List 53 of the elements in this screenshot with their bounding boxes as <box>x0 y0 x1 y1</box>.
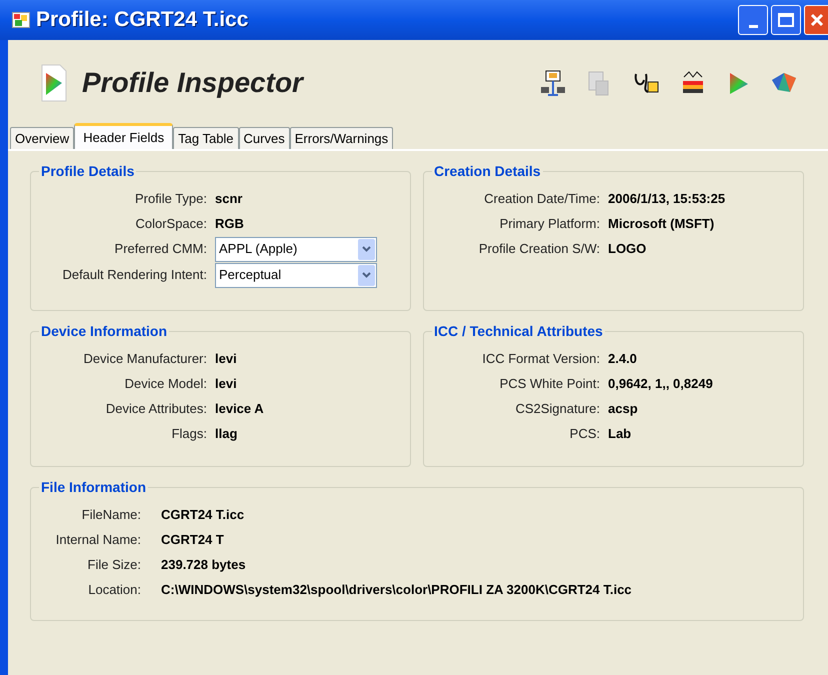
window-title: Profile: CGRT24 T.icc <box>36 7 248 34</box>
field-label: ColorSpace: <box>134 214 207 233</box>
field-value: RGB <box>215 214 244 233</box>
window-app-icon <box>12 12 30 28</box>
field-value: 2006/1/13, 15:53:25 <box>608 190 726 208</box>
tool-icon[interactable] <box>540 68 566 96</box>
field-value: llag <box>215 424 238 443</box>
field-label: Primary Platform: <box>498 214 600 233</box>
field-label: PCS White Point: <box>498 374 600 393</box>
tab[interactable]: Header Fields <box>74 123 174 149</box>
field-value: 0,9642, 1,, 0,8249 <box>608 374 713 393</box>
field-label: Device Attributes: <box>104 400 207 418</box>
field-label: Flags: <box>170 424 207 443</box>
close-button[interactable] <box>804 5 828 35</box>
field-value: LOGO <box>608 240 646 258</box>
tab[interactable]: Overview <box>10 127 74 149</box>
field-value: levi <box>215 350 237 368</box>
minimize-button[interactable] <box>738 5 768 35</box>
field-label: File Size: <box>86 556 141 574</box>
close-icon <box>810 13 824 27</box>
field-value: Microsoft (MSFT) <box>608 214 714 233</box>
field-label: ICC Format Version: <box>481 350 600 368</box>
app-title: Profile Inspector <box>82 66 303 100</box>
field-value: scnr <box>215 190 242 208</box>
dropdown[interactable]: Perceptual <box>215 262 377 288</box>
field-value: C:\WINDOWS\system32\spool\drivers\color\PROFILI ZA 3200K\CGRT24 T.icc <box>161 580 632 599</box>
field-label: Profile Creation S/W: <box>478 240 600 258</box>
tab[interactable]: Tag Table <box>173 127 239 149</box>
field-label: Location: <box>87 580 141 599</box>
field-label: Internal Name: <box>54 530 141 549</box>
dropdown[interactable]: APPL (Apple) <box>215 236 377 262</box>
field-value: CGRT24 T.icc <box>161 506 244 524</box>
field-value: levice A <box>215 400 264 418</box>
tab[interactable]: Curves <box>238 127 290 149</box>
field-label: Device Model: <box>124 374 207 393</box>
field-label: Device Manufacturer: <box>82 350 207 368</box>
field-label: PCS: <box>568 424 600 443</box>
field-value: Lab <box>608 424 632 443</box>
field-value: CGRT24 T <box>161 530 224 549</box>
field-value: 2.4.0 <box>608 350 637 368</box>
field-label: Creation Date/Time: <box>483 190 600 208</box>
tab[interactable]: Errors/Warnings <box>290 127 394 149</box>
field-label: Profile Type: <box>134 190 207 208</box>
field-value: acsp <box>608 400 638 418</box>
field-label: FileName: <box>80 506 141 524</box>
field-label: Preferred CMM: <box>114 240 207 258</box>
field-label: CS2Signature: <box>514 400 600 418</box>
field-label: Default Rendering Intent: <box>61 266 207 284</box>
chevron-down-icon <box>362 246 371 252</box>
field-value: 239.728 bytes <box>161 556 246 574</box>
chevron-down-icon <box>362 272 371 278</box>
maximize-button[interactable] <box>771 5 801 35</box>
field-value: levi <box>215 374 237 393</box>
